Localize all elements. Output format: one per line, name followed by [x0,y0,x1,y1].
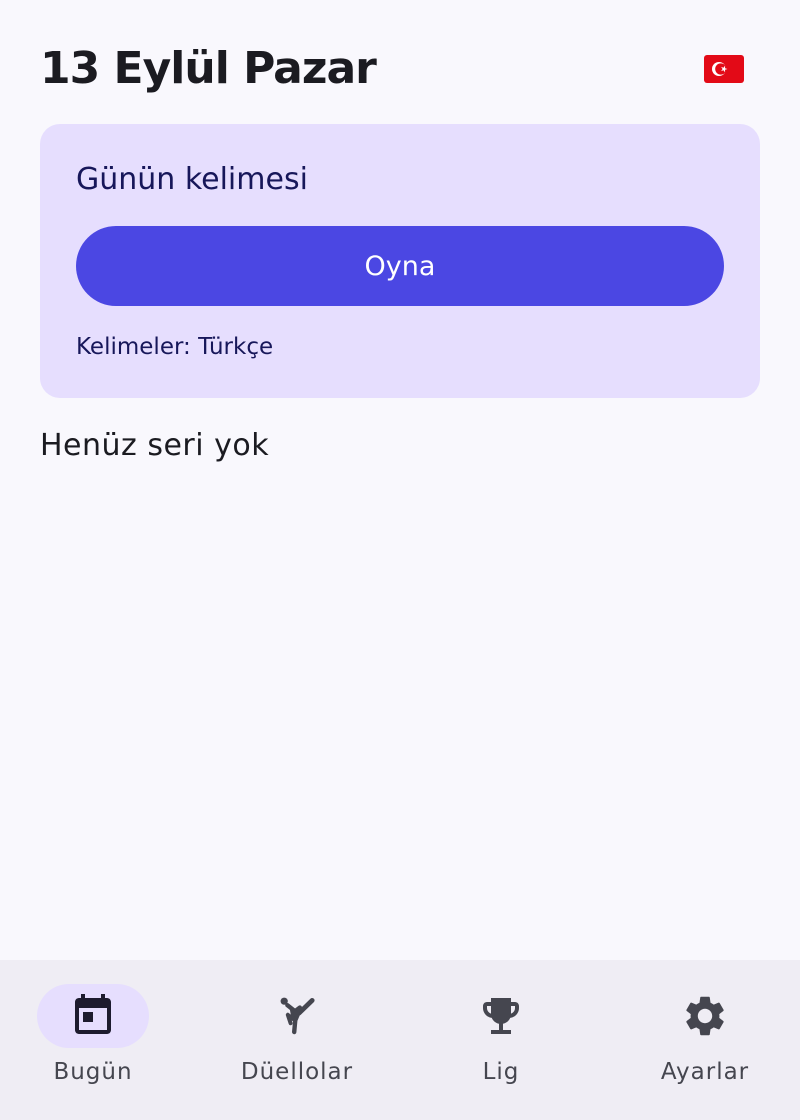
page-title: 13 Eylül Pazar [40,43,377,94]
turkey-flag-icon[interactable] [704,55,744,83]
calendar-icon [75,994,111,1034]
martial-arts-icon [280,997,315,1035]
daily-word-title: Günün kelimesi [76,162,308,197]
daily-word-card: Günün kelimesi Oyna Kelimeler: Türkçe [40,124,760,398]
words-language-label: Kelimeler: Türkçe [76,334,274,360]
streak-empty-text: Henüz seri yok [40,428,270,463]
nav-item-duels[interactable]: Düellolar [197,960,397,1120]
nav-label-league: Lig [482,1059,520,1085]
nav-item-today[interactable]: Bugün [0,960,193,1120]
header: 13 Eylül Pazar [40,40,744,98]
play-button[interactable]: Oyna [76,226,724,306]
trophy-icon [483,998,519,1034]
bottom-navigation: Bugün Düellolar Lig Ayarlar [0,960,800,1120]
nav-item-league[interactable]: Lig [401,960,601,1120]
play-button-label: Oyna [364,250,436,282]
gear-icon [686,996,724,1036]
nav-label-duels: Düellolar [240,1059,354,1085]
nav-item-settings[interactable]: Ayarlar [605,960,800,1120]
nav-label-today: Bugün [53,1059,133,1085]
nav-label-settings: Ayarlar [660,1059,750,1085]
